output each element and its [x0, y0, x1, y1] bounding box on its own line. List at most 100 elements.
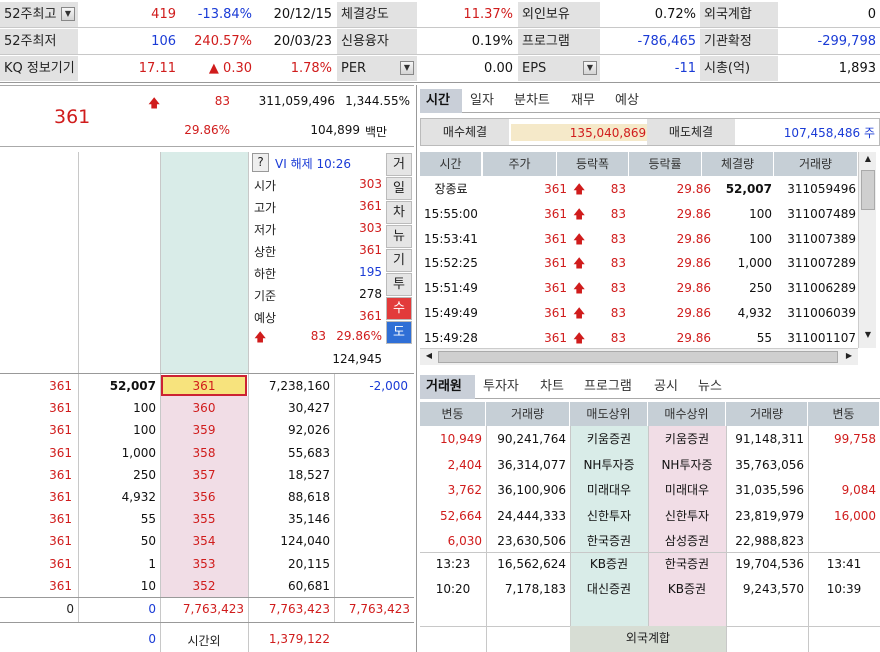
rate-cell[interactable]: 29.86 [629, 302, 711, 326]
time-tab-2[interactable]: 분차트 [508, 89, 563, 113]
up-arrow-icon[interactable]: 🡅 [573, 228, 585, 252]
bid-qty[interactable]: 55 [80, 508, 156, 532]
broker-col-header[interactable]: 거래량 [486, 402, 570, 426]
bid-price[interactable]: 352 [161, 575, 247, 599]
summary-value[interactable]: 240.57% [180, 29, 252, 54]
buy-change[interactable]: 9,084 [808, 479, 876, 503]
price-cell[interactable]: 361 [483, 302, 567, 326]
summary-value[interactable]: 11.37% [417, 2, 513, 27]
buy-volume[interactable]: 22,988,823 [726, 530, 804, 554]
summary-label[interactable]: 52주최저 [0, 29, 78, 54]
change-cell[interactable]: 83 [586, 178, 626, 202]
summary-label[interactable]: 외국계합 [700, 2, 778, 27]
summary-label[interactable]: KQ 정보기기 [0, 56, 78, 81]
rate-cell[interactable]: 29.86 [629, 228, 711, 252]
summary-value[interactable]: -13.84% [180, 2, 252, 27]
bid-qty[interactable]: 52,007 [80, 375, 156, 399]
bid-a[interactable]: 361 [0, 442, 72, 466]
time-tab-1[interactable]: 일자 [464, 89, 506, 113]
time-1[interactable]: 10:20 [420, 578, 486, 602]
bid-remain[interactable]: 60,681 [250, 575, 330, 599]
bid-qty[interactable]: 10 [80, 575, 156, 599]
buy-broker[interactable]: 미래대우 [648, 479, 726, 503]
bid-a[interactable]: 361 [0, 575, 72, 599]
info-key[interactable]: 시가 [254, 177, 276, 194]
time-col-header[interactable]: 거래량 [774, 152, 858, 176]
summary-label[interactable]: 기관확정 [700, 29, 778, 54]
summary-value[interactable]: 17.11 [78, 56, 176, 81]
summary-label[interactable]: 외인보유 [518, 2, 600, 27]
summary-label[interactable]: 체결강도 [337, 2, 417, 27]
volume-2[interactable]: 19,704,536 [726, 553, 804, 577]
help-button[interactable]: ? [252, 153, 269, 172]
summary-value[interactable]: 1,893 [778, 56, 876, 81]
bid-remain[interactable]: 124,040 [250, 530, 330, 554]
time-col-header[interactable]: 등락률 [629, 152, 702, 176]
summary-value[interactable]: 419 [78, 2, 176, 27]
info-key[interactable]: 저가 [254, 221, 276, 238]
bid-remain[interactable]: 7,238,160 [250, 375, 330, 399]
time-col-header[interactable]: 등락폭 [557, 152, 629, 176]
info-key[interactable]: 상한 [254, 243, 276, 260]
side-button-3[interactable]: 뉴 [386, 225, 412, 248]
time-2[interactable]: 10:39 [808, 578, 880, 602]
bid-remain[interactable]: 88,618 [250, 486, 330, 510]
sell-broker[interactable]: NH투자증 [570, 454, 648, 478]
info-value[interactable]: 361 [320, 309, 382, 323]
bid-a[interactable]: 361 [0, 486, 72, 510]
buy-broker[interactable]: 키움증권 [648, 428, 726, 452]
buy-broker[interactable]: 삼성증권 [648, 530, 726, 554]
summary-value[interactable]: 20/03/23 [256, 29, 332, 54]
buy-change[interactable]: 99,758 [808, 428, 876, 452]
change-cell[interactable]: 83 [586, 302, 626, 326]
summary-value[interactable]: -299,798 [778, 29, 876, 54]
volume-2[interactable]: 9,243,570 [726, 578, 804, 602]
bid-a[interactable]: 361 [0, 508, 72, 532]
bid-qty[interactable]: 100 [80, 419, 156, 443]
time-cell[interactable]: 장종료 [420, 178, 482, 202]
bid-price[interactable]: 360 [161, 397, 247, 421]
buy-broker[interactable]: 신한투자 [648, 505, 726, 529]
qty-cell[interactable]: 100 [702, 203, 772, 227]
bid-remain[interactable]: 92,026 [250, 419, 330, 443]
scroll-thumb[interactable] [861, 170, 875, 210]
bid-price[interactable]: 358 [161, 442, 247, 466]
volume-cell[interactable]: 311007289 [774, 252, 856, 276]
bid-price[interactable]: 353 [161, 553, 247, 577]
summary-label[interactable]: 프로그램 [518, 29, 600, 54]
time-cell[interactable]: 15:53:41 [420, 228, 482, 252]
sell-change[interactable]: 2,404 [420, 454, 482, 478]
bid-price[interactable]: 356 [161, 486, 247, 510]
info-key[interactable]: 하한 [254, 265, 276, 282]
summary-value[interactable]: 106 [78, 29, 176, 54]
time-table-hscroll[interactable]: ◀ ▶ [420, 348, 858, 365]
time-cell[interactable]: 15:51:49 [420, 277, 482, 301]
change-cell[interactable]: 83 [586, 203, 626, 227]
change-cell[interactable]: 83 [586, 252, 626, 276]
sell-volume[interactable]: 23,630,506 [486, 530, 566, 554]
bid-a[interactable]: 361 [0, 397, 72, 421]
volume-1[interactable]: 16,562,624 [486, 553, 566, 577]
info-key[interactable]: 예상 [254, 309, 276, 326]
time-cell[interactable]: 15:49:49 [420, 302, 482, 326]
info-value[interactable]: 303 [320, 221, 382, 235]
side-button-4[interactable]: 기 [386, 249, 412, 272]
side-button-0[interactable]: 거 [386, 153, 412, 176]
rate-cell[interactable]: 29.86 [629, 178, 711, 202]
bid-price[interactable]: 355 [161, 508, 247, 532]
broker-tab-4[interactable]: 공시 [648, 375, 690, 399]
buy-volume[interactable]: 91,148,311 [726, 428, 804, 452]
qty-cell[interactable]: 52,007 [702, 178, 772, 202]
summary-value[interactable]: 1.78% [256, 56, 332, 81]
up-arrow-icon[interactable]: 🡅 [573, 277, 585, 301]
buy-volume[interactable]: 23,819,979 [726, 505, 804, 529]
broker-col-header[interactable]: 매수상위 [648, 402, 726, 426]
sell-change[interactable]: 3,762 [420, 479, 482, 503]
dropdown-icon[interactable]: ▼ [400, 61, 414, 75]
bid-remain[interactable]: 35,146 [250, 508, 330, 532]
buy-broker[interactable]: NH투자증 [648, 454, 726, 478]
sell-change[interactable]: 52,664 [420, 505, 482, 529]
bid-remain[interactable]: 20,115 [250, 553, 330, 577]
summary-value[interactable]: -786,465 [600, 29, 696, 54]
time-2[interactable]: 13:41 [808, 553, 880, 577]
